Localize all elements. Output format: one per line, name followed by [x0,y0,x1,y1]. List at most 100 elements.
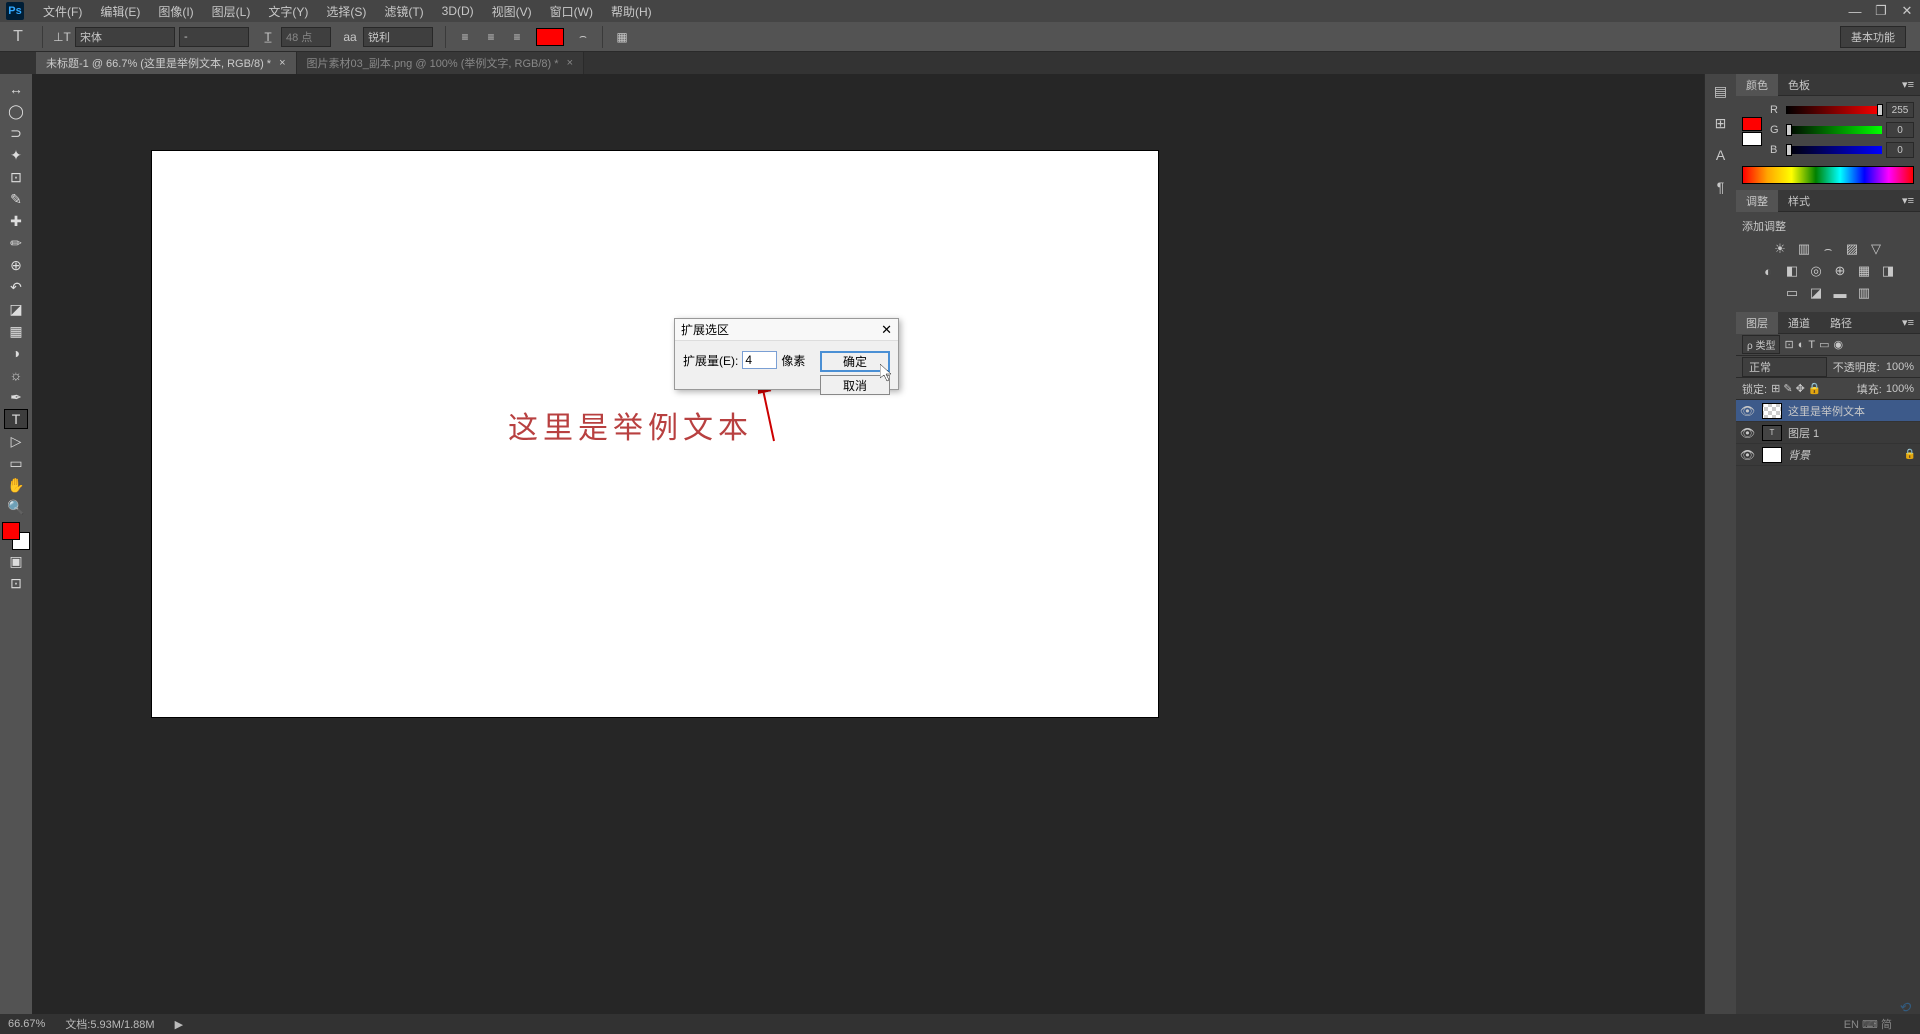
layer-row-background[interactable]: 👁 背景 🔒 [1736,444,1920,466]
layer-thumbnail[interactable]: T [1762,425,1782,441]
threshold-icon[interactable]: ◪ [1807,284,1825,302]
channel-mixer-icon[interactable]: ⊕ [1831,262,1849,280]
pen-tool[interactable]: ✒ [4,387,28,407]
blur-tool[interactable]: ◑ [4,343,28,363]
panel-menu-icon[interactable]: ▾≡ [1896,194,1920,207]
canvas-document[interactable]: 这里是举例文本 [152,151,1158,717]
color-ramp[interactable] [1742,166,1914,184]
layer-thumbnail[interactable] [1762,403,1782,419]
lasso-tool[interactable]: ⊃ [4,123,28,143]
eraser-tool[interactable]: ◪ [4,299,28,319]
menu-image[interactable]: 图像(I) [149,0,202,22]
b-value[interactable]: 0 [1886,142,1914,158]
history-brush-tool[interactable]: ↶ [4,277,28,297]
tab-color[interactable]: 颜色 [1736,74,1778,96]
font-style-dropdown[interactable]: - [179,27,249,47]
filter-type-dropdown[interactable]: ρ 类型 [1742,335,1780,354]
b-slider[interactable] [1786,146,1882,154]
menu-help[interactable]: 帮助(H) [602,0,661,22]
layer-name[interactable]: 图层 1 [1788,425,1819,441]
menu-filter[interactable]: 滤镜(T) [375,0,432,22]
menu-view[interactable]: 视图(V) [483,0,541,22]
visibility-icon[interactable]: 👁 [1740,448,1756,462]
font-size-input[interactable]: 48 点 [281,27,331,47]
workspace-switcher[interactable]: 基本功能 [1840,26,1906,48]
foreground-color[interactable] [2,522,20,540]
tab-styles[interactable]: 样式 [1778,190,1820,212]
menu-edit[interactable]: 编辑(E) [91,0,149,22]
path-select-tool[interactable]: ▷ [4,431,28,451]
clone-stamp-tool[interactable]: ⊕ [4,255,28,275]
color-lookup-icon[interactable]: ▦ [1855,262,1873,280]
expand-amount-input[interactable] [742,351,777,369]
fill-value[interactable]: 100% [1886,383,1914,395]
r-slider[interactable] [1786,106,1882,114]
menu-type[interactable]: 文字(Y) [259,0,317,22]
character-panel-button[interactable]: ▦ [611,26,633,48]
g-value[interactable]: 0 [1886,122,1914,138]
tab-channels[interactable]: 通道 [1778,312,1820,334]
tab-adjustments[interactable]: 调整 [1736,190,1778,212]
tab-layers[interactable]: 图层 [1736,312,1778,334]
eyedropper-tool[interactable]: ✎ [4,189,28,209]
crop-tool[interactable]: ⊡ [4,167,28,187]
close-button[interactable]: ✕ [1895,1,1919,21]
layer-name[interactable]: 这里是举例文本 [1788,403,1865,419]
close-icon[interactable]: × [279,57,285,69]
tool-indicator-type[interactable]: T [6,25,30,49]
g-slider[interactable] [1786,126,1882,134]
hand-tool[interactable]: ✋ [4,475,28,495]
move-tool[interactable]: ↔ [4,79,28,99]
document-tab-1[interactable]: 未标题-1 @ 66.7% (这里是举例文本, RGB/8) * × [36,52,297,74]
align-left-button[interactable]: ≡ [454,26,476,48]
visibility-icon[interactable]: 👁 [1740,404,1756,418]
properties-panel-icon[interactable]: ⊞ [1710,112,1732,134]
menu-3d[interactable]: 3D(D) [433,0,483,22]
color-swatches[interactable] [2,522,30,550]
close-icon[interactable]: × [567,57,573,69]
type-tool[interactable]: T [4,409,28,429]
gradient-map-icon[interactable]: ▬ [1831,284,1849,302]
menu-window[interactable]: 窗口(W) [541,0,602,22]
tab-swatches[interactable]: 色板 [1778,74,1820,96]
menu-select[interactable]: 选择(S) [317,0,375,22]
menu-layer[interactable]: 图层(L) [203,0,260,22]
scroll-arrow-icon[interactable]: ▶ [175,1018,183,1031]
type-orientation-button[interactable]: ⊥T [51,26,73,48]
blend-mode-dropdown[interactable]: 正常 [1742,357,1827,377]
opacity-value[interactable]: 100% [1886,361,1914,373]
warp-text-button[interactable]: ⌢ [572,26,594,48]
document-info[interactable]: 文档:5.93M/1.88M [65,1016,154,1032]
visibility-icon[interactable]: 👁 [1740,426,1756,440]
magic-wand-tool[interactable]: ✦ [4,145,28,165]
ime-indicator[interactable]: EN ⌨ 简 [1844,1016,1892,1032]
layer-thumbnail[interactable] [1762,447,1782,463]
gradient-tool[interactable]: ▦ [4,321,28,341]
exposure-icon[interactable]: ▨ [1843,240,1861,258]
r-value[interactable]: 255 [1886,102,1914,118]
curves-icon[interactable]: ⌢ [1819,240,1837,258]
shape-tool[interactable]: ▭ [4,453,28,473]
text-color-swatch[interactable] [536,28,564,46]
photo-filter-icon[interactable]: ◎ [1807,262,1825,280]
hue-icon[interactable]: ◐ [1759,262,1777,280]
posterize-icon[interactable]: ▭ [1783,284,1801,302]
levels-icon[interactable]: ▥ [1795,240,1813,258]
document-tab-2[interactable]: 图片素材03_副本.png @ 100% (举例文字, RGB/8) * × [297,52,584,74]
character-panel-icon[interactable]: A [1710,144,1732,166]
brightness-icon[interactable]: ☀ [1771,240,1789,258]
fg-mini-swatch[interactable] [1742,117,1762,131]
zoom-level[interactable]: 66.67% [8,1018,45,1030]
brush-tool[interactable]: ✏ [4,233,28,253]
tab-paths[interactable]: 路径 [1820,312,1862,334]
align-right-button[interactable]: ≡ [506,26,528,48]
aa-dropdown[interactable]: 锐利 [363,27,433,47]
minimize-button[interactable]: — [1843,1,1867,21]
quickmask-button[interactable]: ▣ [4,551,28,571]
bg-mini-swatch[interactable] [1742,132,1762,146]
panel-menu-icon[interactable]: ▾≡ [1896,78,1920,91]
panel-menu-icon[interactable]: ▾≡ [1896,316,1920,329]
menu-file[interactable]: 文件(F) [34,0,91,22]
dodge-tool[interactable]: ☼ [4,365,28,385]
screenmode-button[interactable]: ⊡ [4,573,28,593]
